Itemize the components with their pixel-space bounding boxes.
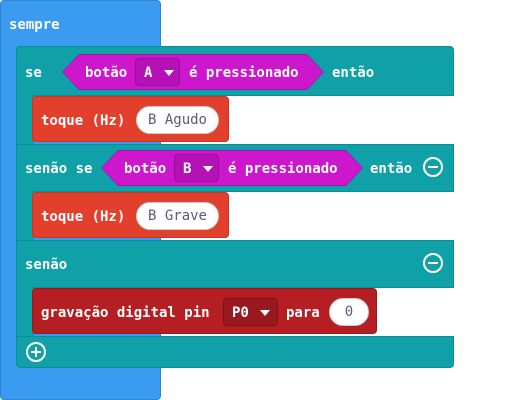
condition-a-suffix: é pressionado [189,65,299,81]
condition-b-suffix: é pressionado [228,161,338,177]
button-b-dropdown[interactable]: B [174,154,219,182]
remove-branch-icon[interactable] [423,253,443,273]
condition-b-prefix: botão [124,161,167,177]
tone-note-field-2[interactable]: B Grave [136,202,219,230]
play-tone-block-1[interactable]: toque (Hz) B Agudo [32,96,229,142]
button-a-dropdown[interactable]: A [135,58,180,86]
pin-dropdown[interactable]: P0 [223,298,278,326]
digital-write-to-label: para [286,305,320,321]
pin-value: P0 [232,305,249,321]
if-label: se [25,65,42,81]
else-block-header[interactable] [16,240,454,288]
play-tone-label-1: toque (Hz) [41,113,126,129]
elseif-then-label: então [370,161,413,177]
digital-value-field[interactable]: 0 [329,298,369,326]
digital-write-block[interactable]: gravação digital pin P0 para 0 [32,288,377,334]
play-tone-block-2[interactable]: toque (Hz) B Grave [32,192,229,238]
tone-note-value-2: B Grave [147,208,207,224]
add-branch-icon[interactable] [26,342,46,362]
dropdown-caret-icon [203,166,213,172]
play-tone-label-2: toque (Hz) [41,209,126,225]
tone-note-field-1[interactable]: B Agudo [136,106,219,134]
if-then-label: então [332,65,375,81]
dropdown-caret-icon [164,70,174,76]
remove-branch-icon[interactable] [423,157,443,177]
elseif-label: senão se [25,161,93,177]
dropdown-caret-icon [260,310,270,316]
button-a-value: A [144,65,153,81]
condition-a-prefix: botão [85,65,128,81]
digital-value: 0 [344,304,354,320]
tone-note-value-1: B Agudo [147,112,207,128]
forever-label: sempre [9,17,60,33]
button-b-value: B [183,161,192,177]
else-label: senão [25,257,68,273]
digital-write-label: gravação digital pin [41,305,210,321]
if-block-footer[interactable] [16,336,454,368]
